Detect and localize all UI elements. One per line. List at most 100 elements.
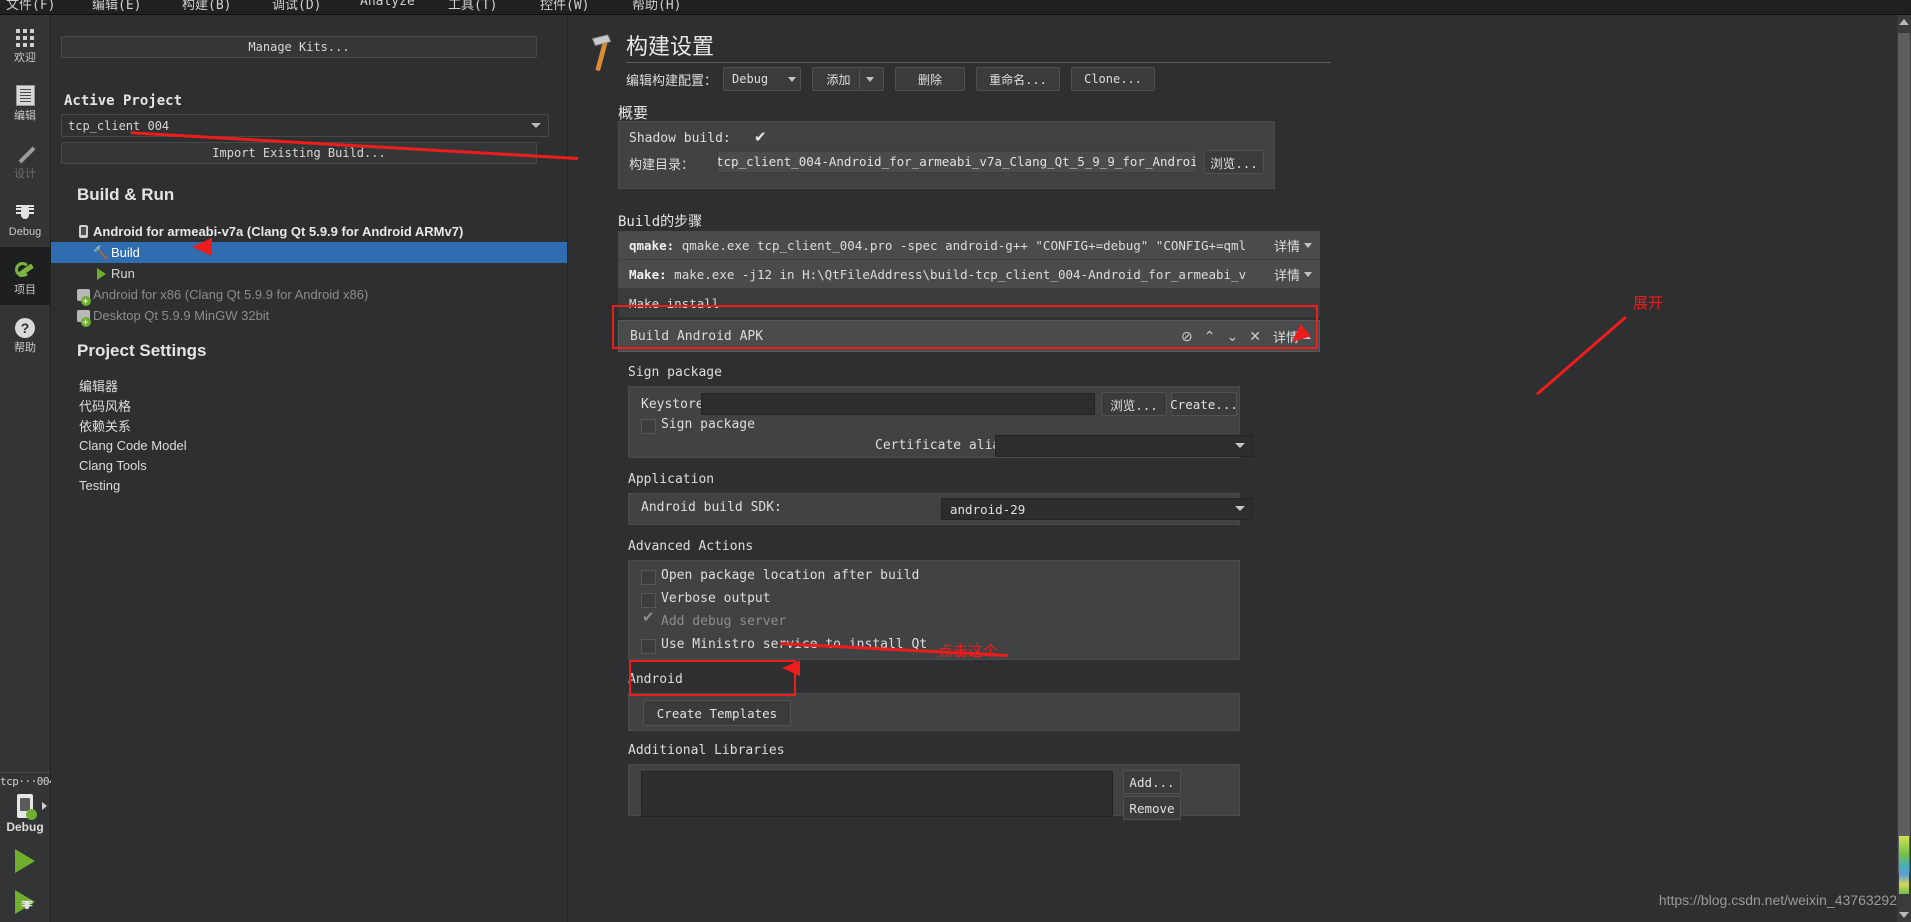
advanced-actions-group-label: Advanced Actions <box>628 539 754 554</box>
additional-libraries-group-label: Additional Libraries <box>628 743 785 758</box>
build-config-combo[interactable]: Debug <box>723 67 802 91</box>
setting-clang-tools[interactable]: Clang Tools <box>51 455 567 475</box>
build-directory-browse-button[interactable]: 浏览... <box>1204 150 1264 174</box>
build-step-android-apk-title: Build Android APK <box>630 328 764 344</box>
keystore-create-button[interactable]: Create... <box>1170 392 1238 416</box>
add-config-button[interactable]: 添加 <box>812 67 885 91</box>
build-config-value: Debug <box>732 72 769 86</box>
move-up-icon[interactable]: ⌃ <box>1204 328 1216 345</box>
mode-projects[interactable]: 项目 <box>0 247 50 305</box>
build-step-android-apk-header[interactable]: Build Android APK ⊘ ⌃ ⌄ ✕ 详情 <box>618 320 1320 352</box>
annotation-expand-text: 展开 <box>1633 294 1664 312</box>
menu-item-help[interactable]: 帮助(H) <box>632 0 681 13</box>
clone-config-button[interactable]: Clone... <box>1071 67 1156 91</box>
build-step-toolbar: ⊘ ⌃ ⌄ ✕ <box>1181 328 1261 345</box>
use-ministro-checkbox[interactable] <box>641 639 656 654</box>
mode-help-label: 帮助 <box>14 341 36 354</box>
active-project-combo[interactable]: tcp_client_004 <box>61 114 549 137</box>
remove-config-button[interactable]: 删除 <box>895 67 966 91</box>
summary-heading: 概要 <box>618 104 649 122</box>
menu-item-build[interactable]: 构建(B) <box>182 0 231 13</box>
mode-bar: 欢迎 编辑 设计 Debug 项目 ? 帮助 tcp···004 Debug <box>0 15 56 922</box>
additional-libraries-list[interactable] <box>641 771 1113 817</box>
kit-item-build[interactable]: 🔨 Build <box>51 242 567 263</box>
debug-button[interactable] <box>0 882 50 922</box>
certificate-alias-combo[interactable] <box>995 435 1253 457</box>
menu-item-edit[interactable]: 编辑(E) <box>92 0 141 13</box>
scrollbar-thumb[interactable] <box>1898 33 1910 873</box>
kit-android-armeabi[interactable]: Android for armeabi-v7a (Clang Qt 5.9.9 … <box>51 221 567 242</box>
kit-android-x86-label: Android for x86 (Clang Qt 5.9.9 for Andr… <box>93 287 369 302</box>
setting-dependencies[interactable]: 依赖关系 <box>51 415 567 435</box>
keystore-input[interactable] <box>701 393 1095 415</box>
rename-config-button[interactable]: 重命名... <box>976 67 1061 91</box>
android-group: Android Create Templates <box>628 672 1248 731</box>
setting-editor[interactable]: 编辑器 <box>51 375 567 395</box>
build-directory-input[interactable]: tcp_client_004-Android_for_armeabi_v7a_C… <box>717 151 1197 173</box>
mode-design[interactable]: 设计 <box>0 131 50 189</box>
build-step-make-install[interactable]: Make install <box>618 289 1320 317</box>
build-step-make[interactable]: Make: make.exe -j12 in H:\QtFileAddress\… <box>618 260 1320 289</box>
chevron-down-icon <box>788 76 797 82</box>
move-down-icon[interactable]: ⌄ <box>1227 328 1239 345</box>
project-settings-heading: Project Settings <box>77 341 207 360</box>
scroll-down-icon[interactable] <box>1899 912 1909 918</box>
kit-selector[interactable]: Debug <box>0 788 50 840</box>
build-step-qmake[interactable]: qmake: qmake.exe tcp_client_004.pro -spe… <box>618 231 1320 260</box>
menu-bar[interactable]: 文件(F) 编辑(E) 构建(B) 调试(D) Analyze 工具(T) 控件… <box>0 0 1911 15</box>
verbose-output-checkbox[interactable] <box>641 593 656 608</box>
manage-kits-button[interactable]: Manage Kits... <box>61 36 537 58</box>
kit-android-x86[interactable]: Android for x86 (Clang Qt 5.9.9 for Andr… <box>51 284 567 306</box>
mode-welcome[interactable]: 欢迎 <box>0 15 50 73</box>
watermark-url: https://blog.csdn.net/weixin_43763292 <box>1658 892 1897 908</box>
shadow-build-checkbox[interactable]: ✔ <box>754 129 767 147</box>
build-step-android-apk-details-button[interactable]: 详情 <box>1273 327 1311 346</box>
scroll-up-icon[interactable] <box>1899 19 1909 25</box>
menu-item-analyze[interactable]: Analyze <box>360 0 415 9</box>
application-group: Application Android build SDK: android-2… <box>628 472 1253 525</box>
question-icon: ? <box>15 315 35 341</box>
mode-welcome-label: 欢迎 <box>14 51 36 64</box>
keystore-browse-button[interactable]: 浏览... <box>1101 392 1167 416</box>
disable-icon[interactable]: ⊘ <box>1181 328 1193 345</box>
setting-testing[interactable]: Testing <box>51 475 567 495</box>
menu-item-debug[interactable]: 调试(D) <box>272 0 321 13</box>
build-step-qmake-details-button[interactable]: 详情 <box>1274 236 1312 255</box>
build-run-heading: Build & Run <box>77 185 175 204</box>
setting-clang-code-model[interactable]: Clang Code Model <box>51 435 567 455</box>
target-project-label: tcp···004 <box>0 775 56 788</box>
build-directory-label: 构建目录： <box>629 158 695 173</box>
shadow-build-label: Shadow build: <box>629 131 731 146</box>
build-step-make-details-button[interactable]: 详情 <box>1274 265 1312 284</box>
menu-item-tools[interactable]: 工具(T) <box>448 0 497 13</box>
kit-item-run[interactable]: Run <box>51 263 567 284</box>
kit-desktop-mingw[interactable]: Desktop Qt 5.9.9 MinGW 32bit <box>51 305 567 327</box>
android-build-sdk-combo[interactable]: android-29 <box>941 498 1253 520</box>
menu-item-window[interactable]: 控件(W) <box>540 0 589 13</box>
menu-item-file[interactable]: 文件(F) <box>6 0 55 13</box>
kit-add-icon <box>73 309 93 327</box>
create-templates-button[interactable]: Create Templates <box>643 700 791 726</box>
mode-help[interactable]: ? 帮助 <box>0 305 50 363</box>
setting-code-style[interactable]: 代码风格 <box>51 395 567 415</box>
mode-debug[interactable]: Debug <box>0 189 50 247</box>
remove-icon[interactable]: ✕ <box>1249 328 1261 345</box>
vertical-scrollbar[interactable] <box>1897 15 1911 922</box>
mode-edit[interactable]: 编辑 <box>0 73 50 131</box>
sign-package-checkbox[interactable] <box>641 419 656 434</box>
add-library-button[interactable]: Add... <box>1123 770 1181 794</box>
build-config-label: 编辑构建配置： <box>626 73 718 89</box>
import-existing-build-button[interactable]: Import Existing Build... <box>61 142 537 164</box>
title-underline <box>626 62 1331 63</box>
chevron-down-icon <box>1235 506 1245 511</box>
application-panel: Android build SDK: android-29 <box>628 493 1253 525</box>
verbose-output-label: Verbose output <box>661 591 771 606</box>
run-button[interactable] <box>0 840 50 882</box>
build-step-make-install-label: Make install <box>629 295 720 311</box>
remove-library-button[interactable]: Remove <box>1123 796 1181 820</box>
android-device-icon <box>17 794 47 820</box>
chevron-down-icon <box>865 76 874 82</box>
page-header: 构建设置 编辑构建配置： Debug 添加 删除 重命名... Clone... <box>578 29 1898 91</box>
build-step-android-apk: Build Android APK ⊘ ⌃ ⌄ ✕ 详情 Sign packag… <box>618 320 1320 820</box>
open-package-location-checkbox[interactable] <box>641 570 656 585</box>
